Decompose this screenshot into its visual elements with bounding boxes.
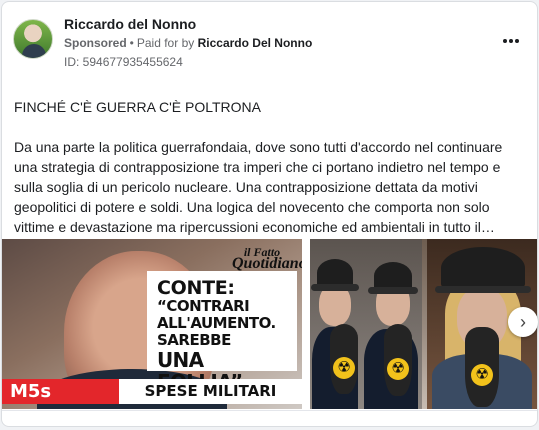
paid-for-label: Paid for by bbox=[136, 36, 195, 50]
collage-panel-left: ☢ ☢ bbox=[310, 239, 422, 409]
post-paragraph: Da una parte la politica guerrafondaia, … bbox=[14, 139, 503, 235]
meta-separator: • bbox=[129, 36, 134, 50]
helmet-icon bbox=[368, 262, 418, 294]
payer-name[interactable]: Riccardo Del Nonno bbox=[198, 36, 313, 50]
sponsored-post-card: Riccardo del Nonno Sponsored • Paid for by… bbox=[1, 1, 538, 427]
topic-banner: SPESE MILITARI bbox=[119, 379, 302, 404]
author-name[interactable]: Riccardo del Nonno bbox=[64, 16, 196, 32]
carousel-item-helmets[interactable]: ☢ ☢ ☢ bbox=[310, 239, 537, 409]
chevron-right-icon[interactable]: › bbox=[508, 307, 538, 337]
quote-box: CONTE: “CONTRARI ALL'AUMENTO. SAREBBE UN… bbox=[147, 271, 297, 393]
post-body: FINCHÉ C'È GUERRA C'È POLTRONA Da una pa… bbox=[14, 97, 526, 237]
radiation-icon: ☢ bbox=[471, 364, 493, 386]
quote-line-4: SAREBBE bbox=[157, 331, 231, 349]
radiation-icon: ☢ bbox=[333, 357, 355, 379]
party-badge: M5s bbox=[2, 379, 119, 404]
quote-line-1: CONTE: bbox=[157, 277, 235, 299]
sponsored-label: Sponsored bbox=[64, 36, 127, 50]
carousel-item-conte[interactable]: il Fatto Quotidiano CONTE: “CONTRARI ALL… bbox=[2, 239, 302, 409]
post-headline: FINCHÉ C'È GUERRA C'È POLTRONA bbox=[14, 99, 262, 115]
newspaper-logo: il Fatto Quotidiano bbox=[232, 245, 302, 272]
radiation-icon: ☢ bbox=[387, 358, 409, 380]
helmet-icon bbox=[311, 259, 359, 291]
helmet-icon bbox=[435, 247, 531, 293]
post-header: Riccardo del Nonno Sponsored • Paid for by… bbox=[13, 15, 525, 75]
author-avatar[interactable] bbox=[13, 19, 53, 59]
ad-id: ID: 594677935455624 bbox=[64, 55, 183, 69]
media-carousel: il Fatto Quotidiano CONTE: “CONTRARI ALL… bbox=[2, 239, 537, 409]
quote-line-2: “CONTRARI bbox=[157, 297, 250, 315]
sponsored-meta: Sponsored • Paid for by Riccardo Del Nonno bbox=[64, 36, 312, 50]
quote-line-3: ALL'AUMENTO. bbox=[157, 314, 276, 332]
card-divider bbox=[2, 410, 537, 411]
more-options-icon[interactable] bbox=[499, 32, 523, 50]
